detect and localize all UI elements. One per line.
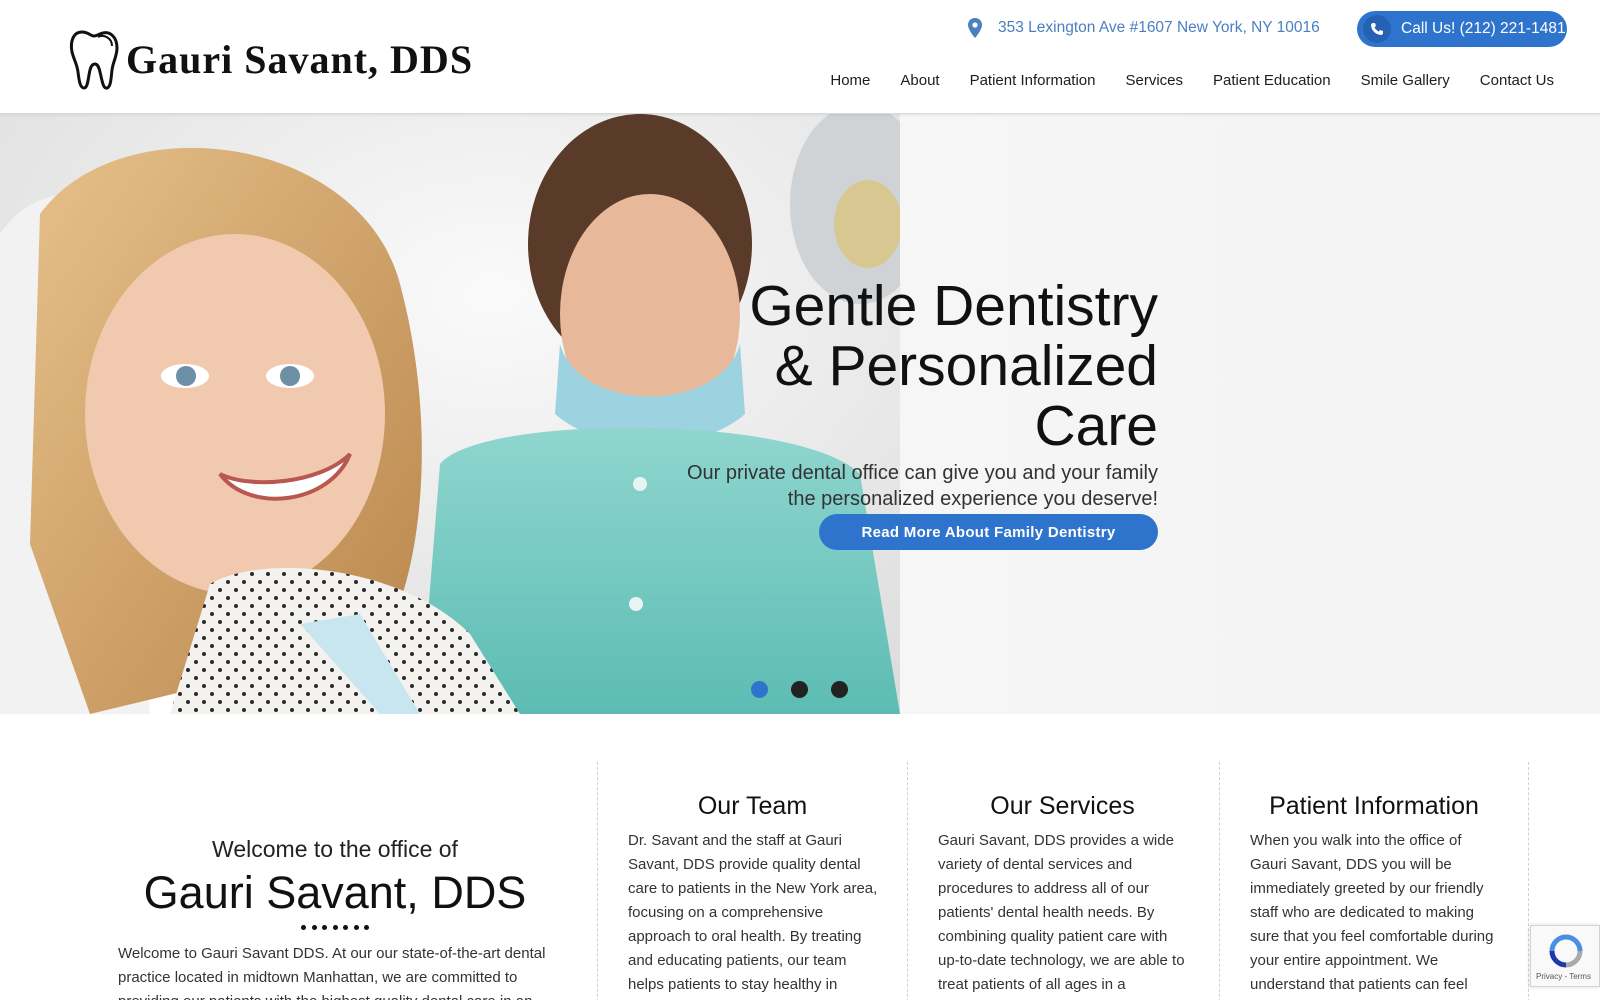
slider-dot-3[interactable] [831, 681, 848, 698]
hero-headline-line-3: Care [1034, 394, 1158, 458]
hero-headline-line-1: Gentle Dentistry [749, 274, 1158, 338]
hero-subtext-line-2: the personalized experience you deserve! [787, 488, 1158, 510]
welcome-section: Welcome to the office of Gauri Savant, D… [110, 836, 560, 1000]
hero-headline-line-2: & Personalized [774, 334, 1158, 398]
welcome-pretitle: Welcome to the office of [212, 836, 458, 862]
address[interactable]: 353 Lexington Ave #1607 New York, NY 100… [968, 18, 1320, 38]
slider-dot-1[interactable] [751, 681, 768, 698]
patient-information-column: Patient Information When you walk into t… [1219, 762, 1529, 1000]
welcome-body: Welcome to Gauri Savant DDS. At our our … [118, 945, 546, 1000]
nav-patient-information[interactable]: Patient Information [970, 72, 1096, 89]
our-services-column: Our Services Gauri Savant, DDS provides … [907, 762, 1217, 1000]
hero-subtext: Our private dental office can give you a… [638, 460, 1158, 512]
map-pin-icon [968, 18, 982, 38]
site-logo[interactable]: Gauri Savant, DDS [68, 26, 473, 92]
our-services-body: Gauri Savant, DDS provides a wide variet… [938, 832, 1185, 993]
brand-name: Gauri Savant, DDS [126, 36, 474, 82]
recaptcha-icon [1549, 934, 1583, 968]
slider-dot-2[interactable] [791, 681, 808, 698]
site-header: Gauri Savant, DDS 353 Lexington Ave #160… [0, 0, 1600, 114]
nav-services[interactable]: Services [1125, 72, 1183, 89]
hero-headline: Gentle Dentistry & Personalized Care [638, 276, 1158, 456]
divider-dots [301, 925, 369, 930]
nav-about[interactable]: About [900, 72, 939, 89]
patient-information-heading[interactable]: Patient Information [1220, 792, 1528, 821]
patient-information-body: When you walk into the office of Gauri S… [1250, 832, 1494, 993]
read-more-button[interactable]: Read More About Family Dentistry [819, 514, 1158, 550]
nav-smile-gallery[interactable]: Smile Gallery [1361, 72, 1450, 89]
our-team-body: Dr. Savant and the staff at Gauri Savant… [628, 832, 878, 993]
our-team-heading[interactable]: Our Team [598, 792, 907, 821]
nav-patient-education[interactable]: Patient Education [1213, 72, 1331, 89]
tooth-icon [69, 30, 119, 90]
slider-pagination [751, 681, 871, 698]
hero-subtext-line-1: Our private dental office can give you a… [687, 462, 1158, 484]
our-team-column: Our Team Dr. Savant and the staff at Gau… [597, 762, 907, 1000]
our-services-heading[interactable]: Our Services [908, 792, 1217, 821]
hero-slider: Gentle Dentistry & Personalized Care Our… [0, 114, 1600, 714]
call-us-button[interactable]: Call Us! (212) 221-1481 [1357, 11, 1567, 47]
nav-contact-us[interactable]: Contact Us [1480, 72, 1554, 89]
nav-home[interactable]: Home [830, 72, 870, 89]
recaptcha-badge[interactable]: Privacy - Terms [1530, 925, 1600, 987]
recaptcha-links[interactable]: Privacy - Terms [1536, 972, 1591, 981]
call-us-label: Call Us! (212) 221-1481 [1401, 20, 1566, 37]
main-nav: Home About Patient Information Services … [800, 72, 1554, 89]
welcome-title: Gauri Savant, DDS [143, 867, 527, 918]
phone-icon [1363, 15, 1391, 43]
address-text: 353 Lexington Ave #1607 New York, NY 100… [998, 19, 1320, 36]
